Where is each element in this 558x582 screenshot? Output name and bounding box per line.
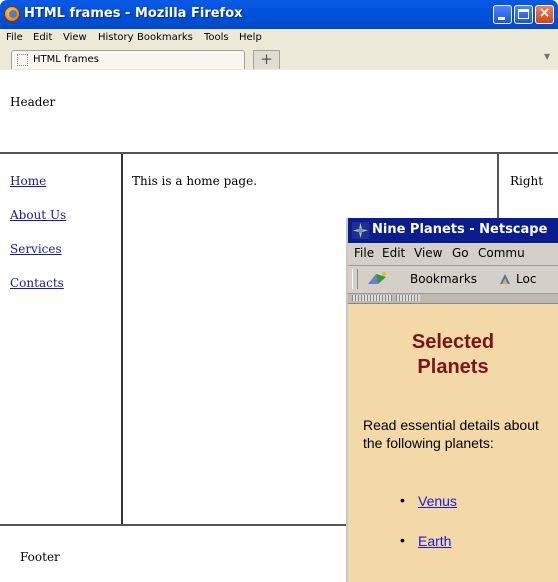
planet-link-venus[interactable]: Venus bbox=[418, 493, 457, 509]
minimize-icon bbox=[498, 17, 505, 20]
netscape-menu-edit[interactable]: Edit bbox=[382, 246, 405, 260]
tab-label: HTML frames bbox=[33, 54, 99, 65]
menu-history[interactable]: History bbox=[98, 32, 134, 43]
menu-bar: File Edit View History Bookmarks Tools H… bbox=[0, 29, 558, 47]
bullet-icon: • bbox=[400, 532, 405, 548]
netscape-logo-icon bbox=[352, 222, 369, 239]
netscape-menu-communicator[interactable]: Commu bbox=[478, 246, 525, 260]
page-icon bbox=[17, 54, 28, 66]
netscape-page-content: Selected Planets Read essential details … bbox=[348, 304, 558, 582]
header-frame: Header bbox=[0, 70, 558, 154]
netscape-menu-view[interactable]: View bbox=[414, 246, 442, 260]
firefox-logo-icon bbox=[4, 6, 20, 22]
nav-link-about-us[interactable]: About Us bbox=[10, 208, 66, 222]
menu-view[interactable]: View bbox=[63, 32, 87, 43]
nav-frame: Home About Us Services Contacts bbox=[0, 154, 123, 524]
toolbar-collapse-tab[interactable] bbox=[352, 295, 392, 301]
netscape-screenshot: Nine Planets - Netscape File Edit View G… bbox=[346, 218, 558, 582]
location-label[interactable]: Loc bbox=[516, 272, 536, 286]
tab-bar: HTML frames + ▼ bbox=[0, 47, 558, 70]
menu-file[interactable]: File bbox=[6, 32, 23, 43]
right-text: Right bbox=[510, 174, 544, 188]
maximize-button[interactable] bbox=[514, 5, 533, 24]
nav-link-home[interactable]: Home bbox=[10, 174, 46, 188]
planet-link-earth[interactable]: Earth bbox=[418, 533, 451, 549]
tab-list-dropdown-icon[interactable]: ▼ bbox=[544, 52, 550, 61]
netscape-intro-text: Read essential details about the followi… bbox=[363, 417, 539, 451]
menu-tools[interactable]: Tools bbox=[204, 32, 229, 43]
toolbar-grip[interactable] bbox=[352, 269, 358, 289]
netscape-toolbar: Bookmarks Loc bbox=[348, 266, 558, 294]
close-icon: × bbox=[538, 5, 551, 21]
netscape-menu-go[interactable]: Go bbox=[452, 246, 469, 260]
menu-edit[interactable]: Edit bbox=[33, 32, 52, 43]
bullet-icon: • bbox=[400, 492, 405, 508]
maximize-icon bbox=[518, 9, 529, 19]
tab-html-frames[interactable]: HTML frames bbox=[11, 50, 245, 69]
bookmarks-icon bbox=[368, 272, 386, 284]
location-icon bbox=[500, 274, 510, 284]
netscape-menu-file[interactable]: File bbox=[354, 246, 374, 260]
window-title: HTML frames - Mozilla Firefox bbox=[24, 6, 243, 21]
main-text: This is a home page. bbox=[132, 174, 258, 188]
netscape-toolbar-tabs bbox=[348, 294, 558, 304]
menu-bookmarks[interactable]: Bookmarks bbox=[137, 32, 193, 43]
netscape-heading: Selected Planets bbox=[411, 331, 495, 378]
netscape-title: Nine Planets - Netscape bbox=[372, 222, 548, 237]
bookmarks-button[interactable]: Bookmarks bbox=[410, 272, 477, 286]
close-button[interactable]: × bbox=[535, 5, 554, 24]
nav-link-contacts[interactable]: Contacts bbox=[10, 276, 64, 290]
nav-link-services[interactable]: Services bbox=[10, 242, 62, 256]
netscape-title-bar: Nine Planets - Netscape bbox=[348, 218, 558, 243]
header-text: Header bbox=[10, 95, 56, 109]
footer-text: Footer bbox=[20, 550, 60, 564]
title-bar: HTML frames - Mozilla Firefox × bbox=[0, 0, 558, 29]
new-tab-button[interactable]: + bbox=[253, 50, 280, 69]
netscape-menu-bar: File Edit View Go Commu bbox=[348, 243, 558, 266]
menu-help[interactable]: Help bbox=[239, 32, 262, 43]
minimize-button[interactable] bbox=[493, 5, 512, 24]
toolbar-collapse-tab[interactable] bbox=[396, 295, 420, 301]
